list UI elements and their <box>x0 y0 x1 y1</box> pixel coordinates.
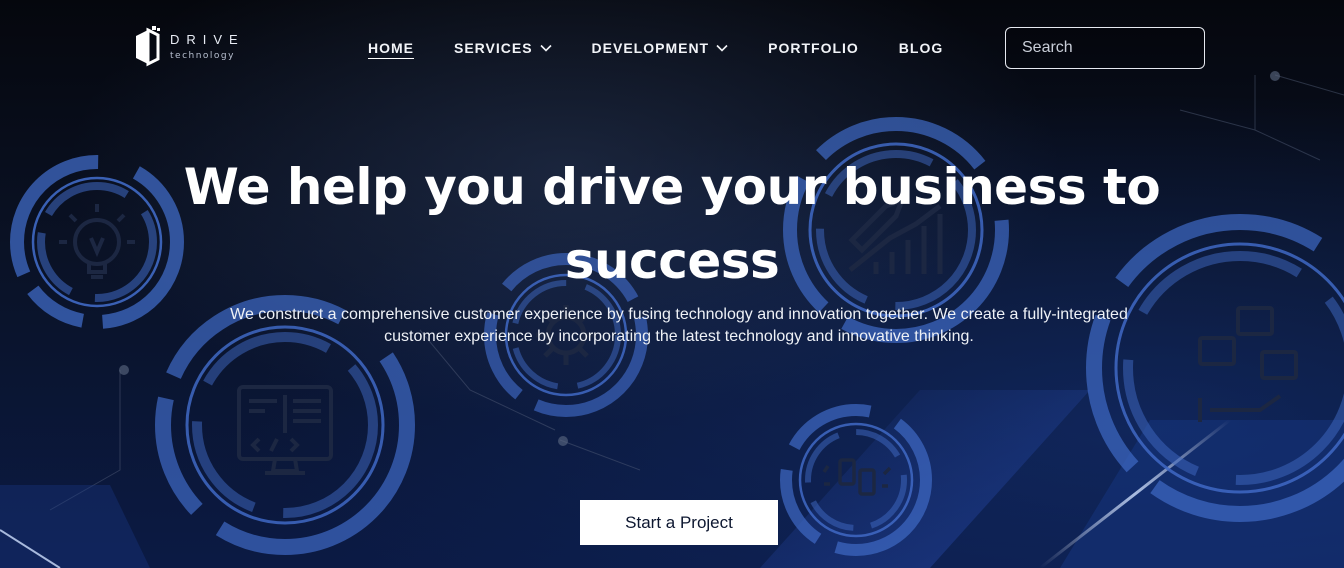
nav-item-portfolio[interactable]: PORTFOLIO <box>768 37 859 59</box>
hero-section: DRIVE technology HOME SERVICES DEVELOPME… <box>0 0 1344 568</box>
brand-logo[interactable]: DRIVE technology <box>134 26 254 68</box>
lightbulb-gear-icon <box>10 155 184 329</box>
hero-subtext: We construct a comprehensive customer ex… <box>230 306 1128 345</box>
nav-item-home[interactable]: HOME <box>368 37 414 59</box>
chevron-down-icon <box>539 44 552 52</box>
main-nav: HOME SERVICES DEVELOPMENT PORTFOLIO BLOG <box>368 37 983 59</box>
logo-mark-icon <box>136 26 160 67</box>
search-input[interactable] <box>1022 39 1229 57</box>
nav-item-development[interactable]: DEVELOPMENT <box>592 37 729 59</box>
nav-item-label: PORTFOLIO <box>768 40 859 56</box>
nav-item-label: DEVELOPMENT <box>591 40 710 56</box>
nav-item-label: HOME <box>368 39 414 56</box>
start-project-button[interactable]: Start a Project <box>580 500 778 545</box>
nav-item-blog[interactable]: BLOG <box>899 37 943 59</box>
nav-item-label: SERVICES <box>454 40 533 56</box>
chevron-down-icon <box>716 44 728 52</box>
nav-item-label: BLOG <box>898 40 944 56</box>
nav-item-services[interactable]: SERVICES <box>454 37 552 59</box>
brand-text: DRIVE technology <box>170 31 245 62</box>
hero-headline: We help you drive your business to succe… <box>183 158 1161 290</box>
brand-tagline: technology <box>170 50 235 61</box>
search-box[interactable] <box>1005 27 1229 69</box>
brand-name: DRIVE <box>170 31 245 47</box>
